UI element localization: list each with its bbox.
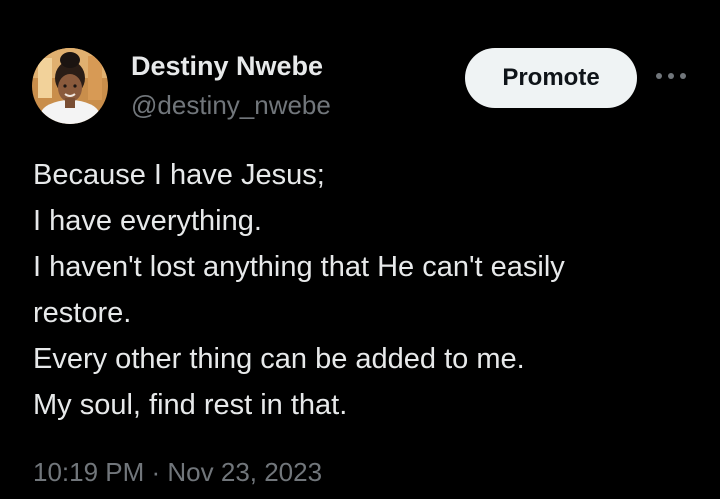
more-options-button[interactable] [651,64,691,88]
tweet-text-line: restore. [33,297,132,329]
avatar[interactable] [32,48,108,124]
handle[interactable]: @destiny_nwebe [131,90,331,121]
promote-button-label: Promote [502,64,600,91]
tweet-text-line: Because I have Jesus; [33,159,325,191]
tweet-text-line: I haven't lost anything that He can't ea… [33,251,565,283]
tweet-card: Destiny Nwebe @destiny_nwebe Promote Bec… [0,0,720,499]
tweet-timestamp[interactable]: 10:19 PM · Nov 23, 2023 [33,457,322,488]
user-avatar-image [32,48,108,124]
more-horizontal-icon [656,73,686,79]
tweet-text: Because I have Jesus; I have everything.… [33,152,693,428]
tweet-text-line: Every other thing can be added to me. [33,343,525,375]
promote-button[interactable]: Promote [465,48,637,108]
tweet-text-line: My soul, find rest in that. [33,389,348,421]
display-name[interactable]: Destiny Nwebe [131,51,323,82]
tweet-text-line: I have everything. [33,205,262,237]
